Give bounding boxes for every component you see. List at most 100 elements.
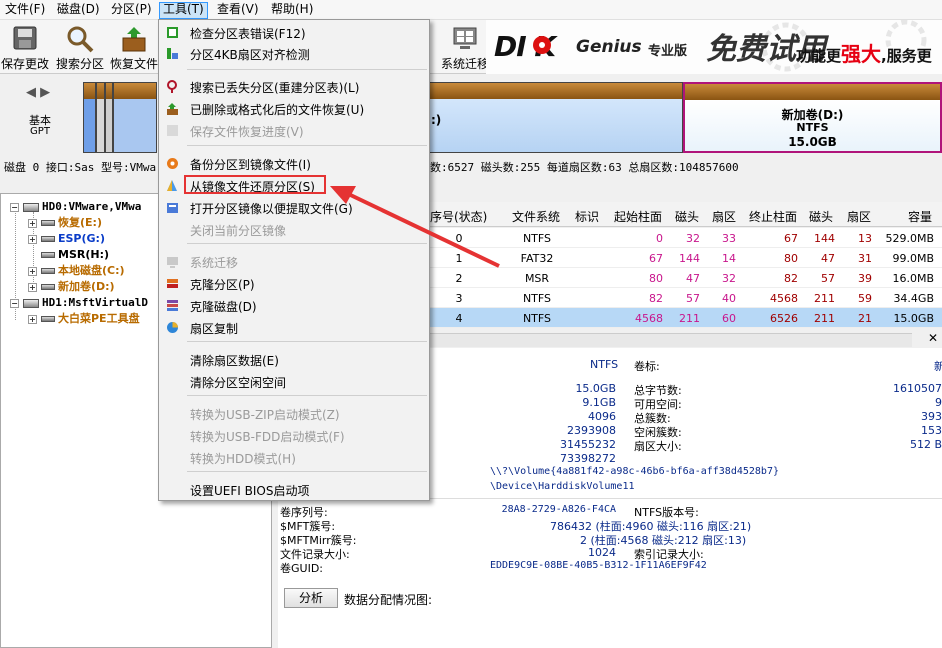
partition-block-recovery[interactable] (83, 82, 96, 153)
menu-item-12[interactable]: 扇区复制 (159, 317, 429, 338)
menu-item-18[interactable]: 设置UEFI BIOS启动项 (159, 479, 429, 500)
table-cell: 99.0MB (892, 252, 934, 265)
table-cell: 529.0MB (885, 232, 934, 245)
menu-item-16[interactable]: 转换为USB-FDD启动模式(F) (159, 425, 429, 446)
detail-free-value: 9.1GB (582, 396, 616, 409)
table-cell: 2 (455, 272, 463, 285)
table-cell: 32 (722, 272, 736, 285)
menu-item-4[interactable]: 保存文件恢复进度(V) (159, 120, 429, 141)
detail-device-path: \Device\HarddiskVolume11 (490, 481, 635, 492)
expand-icon[interactable]: + (28, 282, 37, 292)
menu-separator (187, 243, 427, 244)
menu-item-13[interactable]: 清除扇区数据(E) (159, 349, 429, 370)
detail-label-value: 新 (934, 360, 942, 373)
analyze-button[interactable]: 分析 (284, 588, 338, 608)
tree-disk-hd1-label: HD1:MsftVirtualD (42, 296, 148, 309)
menu-item-label: 扇区复制 (190, 322, 239, 336)
menu-item-14[interactable]: 清除分区空闲空间 (159, 371, 429, 392)
menu-item-9[interactable]: 系统迁移 (159, 251, 429, 272)
table-cell: 60 (722, 312, 736, 325)
col-end-cylinder[interactable]: 终止柱面 (749, 208, 797, 225)
menu-item-label: 克隆磁盘(D) (190, 300, 257, 314)
detail-free-clusters-value: 153 (921, 424, 942, 437)
col-index[interactable]: 序号(状态) (430, 208, 487, 225)
partition-block-c[interactable] (113, 82, 157, 153)
disk-info-line: 磁盘 0 接口:Sas 型号:VMwa (4, 159, 156, 175)
menu-partition[interactable]: 分区(P) (108, 2, 155, 19)
tree-disk-hd0[interactable]: − HD0:VMware,VMwa (10, 199, 141, 215)
tree-partition-c[interactable]: + 本地磁盘(C:) (28, 263, 125, 279)
save-changes-button[interactable]: 保存更改 (0, 22, 50, 72)
detail-fs-value: NTFS (590, 358, 619, 371)
menu-item-2[interactable]: 搜索已丢失分区(重建分区表)(L) (159, 76, 429, 97)
diskgenius-banner[interactable]: DI K Genius 专业版 免费试用 功能更强大,服务更 (486, 20, 942, 74)
menu-item-label: 清除分区空闲空间 (190, 376, 287, 390)
menu-file[interactable]: 文件(F) (2, 2, 48, 19)
col-start-sector[interactable]: 扇区 (712, 208, 736, 225)
col-start-cylinder[interactable]: 起始柱面 (614, 208, 662, 225)
table-cell: 144 (679, 252, 700, 265)
close-icon[interactable]: ✕ (928, 331, 938, 345)
menu-item-15[interactable]: 转换为USB-ZIP启动模式(Z) (159, 403, 429, 424)
migrate-icon (167, 257, 178, 268)
table-cell: 1 (455, 252, 463, 265)
recover-files-label: 恢复文件 (109, 57, 158, 71)
col-end-head[interactable]: 磁头 (809, 208, 833, 225)
menu-item-10[interactable]: 克隆分区(P) (159, 273, 429, 294)
menu-item-label: 检查分区表错误(F12) (190, 27, 306, 41)
col-filesystem[interactable]: 文件系统 (512, 208, 560, 225)
table-cell: 13 (858, 232, 872, 245)
search-partition-button[interactable]: 搜索分区 (54, 22, 106, 72)
menu-disk[interactable]: 磁盘(D) (54, 2, 103, 19)
table-cell: 47 (821, 252, 835, 265)
collapse-icon[interactable]: − (10, 298, 19, 308)
menu-item-label: 转换为USB-ZIP启动模式(Z) (190, 408, 340, 422)
partition-block-esp[interactable] (96, 82, 105, 153)
tree-partition-msr[interactable]: MSR(H:) (41, 247, 109, 263)
menu-item-label: 已删除或格式化后的文件恢复(U) (190, 103, 365, 117)
menu-item-1[interactable]: 分区4KB扇区对齐检测 (159, 43, 429, 64)
menu-item-7[interactable]: 打开分区镜像以便提取文件(G) (159, 197, 429, 218)
col-capacity[interactable]: 容量 (908, 208, 932, 225)
detail-c5: 31455232 (560, 438, 616, 451)
tree-disk-hd1[interactable]: − HD1:MsftVirtualD (10, 295, 148, 311)
expand-icon[interactable]: + (28, 266, 37, 276)
col-flag[interactable]: 标识 (575, 208, 599, 225)
expand-icon[interactable]: + (28, 234, 37, 244)
save-icon (13, 26, 37, 50)
partition-block-c-visible[interactable]: :) (428, 82, 683, 153)
disk-nav-arrows-icon[interactable]: ◀ ▶ (26, 85, 50, 100)
expand-icon[interactable]: + (28, 314, 37, 324)
menu-item-label: 打开分区镜像以便提取文件(G) (190, 202, 353, 216)
detail-guid-key: 卷GUID: (280, 562, 323, 575)
tree-partition-pe[interactable]: + 大白菜PE工具盘 (28, 311, 140, 327)
menu-tools[interactable]: 工具(T) (159, 2, 208, 19)
menu-item-8[interactable]: 关闭当前分区镜像 (159, 219, 429, 240)
menu-help[interactable]: 帮助(H) (268, 2, 316, 19)
table-cell: 47 (686, 272, 700, 285)
detail-free-right: 9 (935, 396, 942, 409)
menu-item-5[interactable]: 备份分区到镜像文件(I) (159, 153, 429, 174)
menu-separator (187, 69, 427, 70)
banner-slogan: 功能更强大,服务更 (796, 38, 932, 67)
col-start-head[interactable]: 磁头 (675, 208, 699, 225)
tree-partition-d[interactable]: + 新加卷(D:) (28, 279, 115, 295)
col-end-sector[interactable]: 扇区 (847, 208, 871, 225)
menu-item-label: 系统迁移 (190, 256, 239, 270)
menubar: 文件(F) 磁盘(D) 分区(P) 工具(T) 查看(V) 帮助(H) (0, 0, 942, 20)
recover-files-button[interactable]: 恢复文件 (108, 22, 160, 72)
tree-partition-esp[interactable]: + ESP(G:) (28, 231, 105, 247)
menu-item-0[interactable]: 检查分区表错误(F12) (159, 22, 429, 43)
table-cell: 211 (814, 292, 835, 305)
partition-block-d[interactable]: 新加卷(D:) NTFS 15.0GB (683, 82, 942, 153)
menu-view[interactable]: 查看(V) (214, 2, 262, 19)
partition-block-msr[interactable] (105, 82, 113, 153)
menu-item-label: 保存文件恢复进度(V) (190, 125, 304, 139)
collapse-icon[interactable]: − (10, 202, 19, 212)
tree-partition-recovery[interactable]: + 恢复(E:) (28, 215, 102, 231)
banner-slogan-b: ,服务更 (881, 47, 932, 65)
menu-item-3[interactable]: 已删除或格式化后的文件恢复(U) (159, 98, 429, 119)
menu-item-11[interactable]: 克隆磁盘(D) (159, 295, 429, 316)
expand-icon[interactable]: + (28, 218, 37, 228)
menu-item-17[interactable]: 转换为HDD模式(H) (159, 447, 429, 468)
